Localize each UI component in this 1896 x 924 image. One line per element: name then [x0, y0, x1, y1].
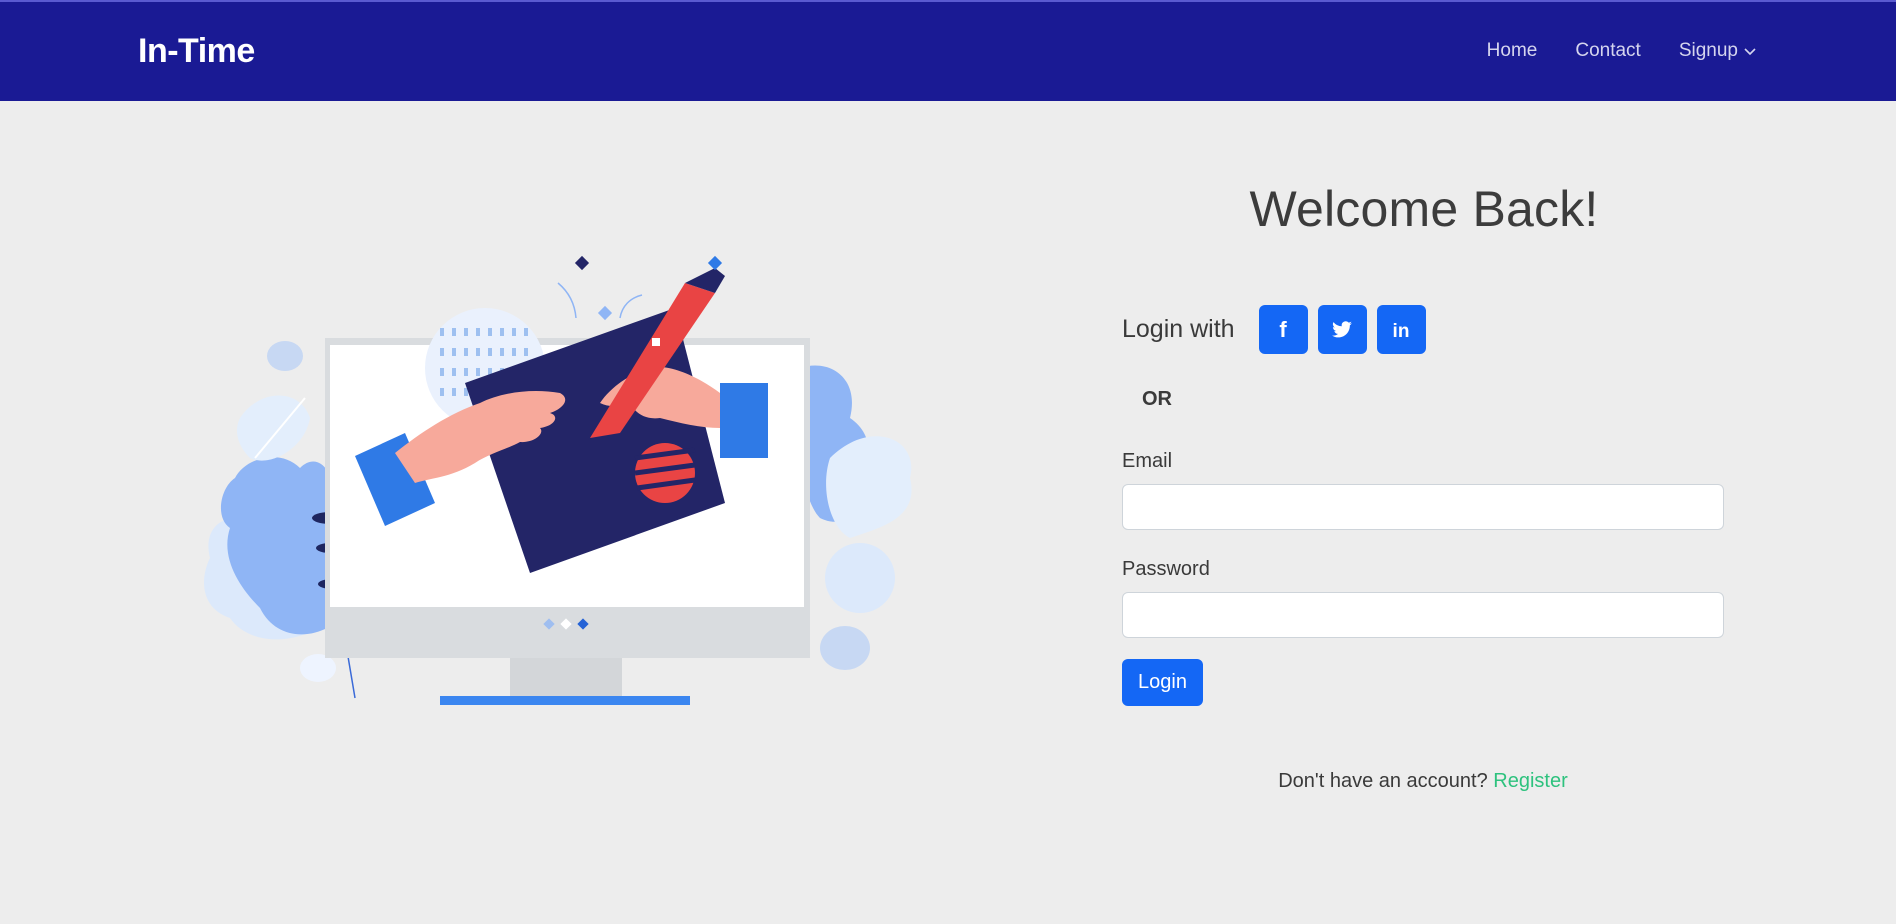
linkedin-glyph: in: [1393, 321, 1410, 341]
login-panel: Welcome Back! Login with f in OR Email P…: [1122, 180, 1726, 792]
left-small-dot: [267, 341, 303, 371]
right-leaf-light: [826, 436, 912, 538]
register-prompt: Don't have an account? Register: [1122, 770, 1724, 793]
register-link[interactable]: Register: [1493, 770, 1567, 792]
hero-illustration: [204, 255, 912, 705]
twitter-login-button[interactable]: [1317, 305, 1367, 354]
right-round-leaf: [825, 543, 895, 613]
social-login-row: Login with f in: [1122, 305, 1436, 354]
nav-link-signup-label: Signup: [1678, 40, 1738, 61]
linkedin-icon: in: [1393, 321, 1410, 341]
right-sleeve: [720, 383, 768, 458]
email-field[interactable]: [1122, 484, 1724, 530]
login-with-label: Login with: [1122, 315, 1235, 343]
nav-links: Home Contact Signup: [1487, 40, 1756, 62]
email-label: Email: [1122, 450, 1173, 472]
facebook-glyph: f: [1279, 319, 1287, 341]
page-title: Welcome Back!: [1249, 181, 1599, 237]
nav-link-signup[interactable]: Signup: [1679, 40, 1756, 62]
brand-logo[interactable]: In-Time: [138, 32, 255, 71]
navbar: In-Time Home Contact Signup: [0, 0, 1896, 101]
no-account-text: Don't have an account?: [1278, 770, 1488, 792]
password-label: Password: [1122, 558, 1210, 580]
login-button[interactable]: Login: [1122, 659, 1203, 706]
password-field[interactable]: [1122, 592, 1724, 638]
linkedin-login-button[interactable]: in: [1376, 305, 1426, 354]
or-divider: OR: [1142, 388, 1172, 410]
right-small-dot: [820, 626, 870, 670]
left-bottom-leaf: [300, 654, 336, 682]
nav-link-home[interactable]: Home: [1487, 40, 1538, 62]
monitor-neck: [510, 658, 622, 698]
twitter-icon: [1332, 320, 1352, 337]
nav-link-contact[interactable]: Contact: [1575, 40, 1640, 62]
monitor-stand: [440, 696, 690, 705]
chevron-down-icon: [1744, 48, 1756, 56]
facebook-login-button[interactable]: f: [1258, 305, 1308, 354]
facebook-icon: f: [1279, 319, 1287, 341]
